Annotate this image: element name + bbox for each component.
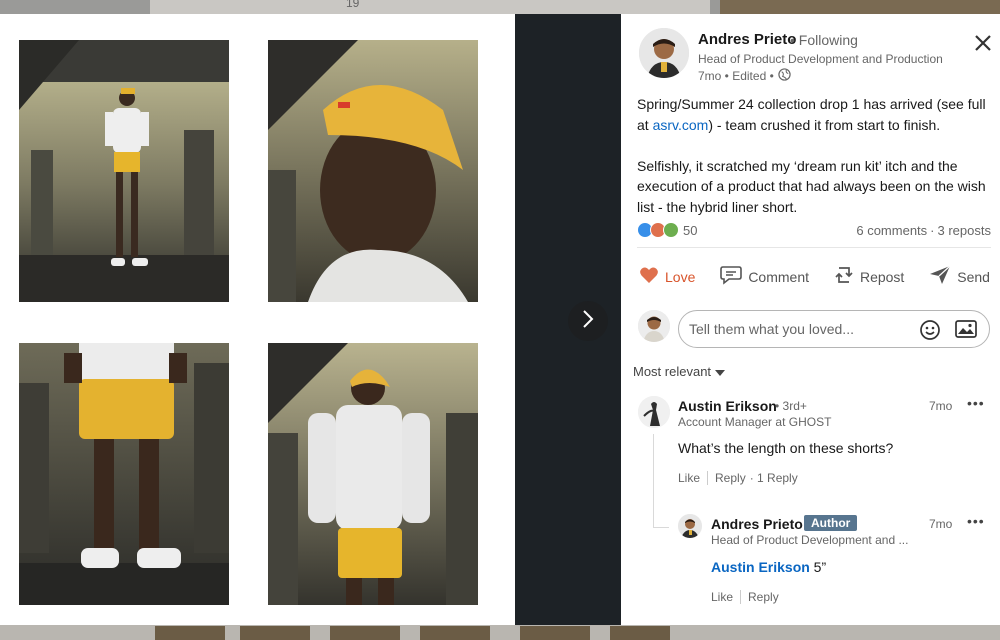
author-avatar[interactable] bbox=[639, 28, 689, 78]
reply-like-button[interactable]: Like bbox=[711, 590, 733, 604]
reply-author-headline: Head of Product Development and ... bbox=[711, 533, 909, 547]
comment-reply-button[interactable]: Reply bbox=[715, 471, 746, 485]
more-icon[interactable]: ••• bbox=[967, 395, 985, 411]
post-paragraph: Selfishly, it scratched my ‘dream run ki… bbox=[637, 157, 986, 215]
send-icon bbox=[929, 265, 951, 288]
reaction-count: 50 bbox=[683, 222, 698, 238]
collection-photo-portrait[interactable] bbox=[268, 40, 478, 302]
reply-reply-button[interactable]: Reply bbox=[748, 590, 779, 604]
send-button[interactable]: Send bbox=[927, 260, 992, 293]
image-icon[interactable] bbox=[955, 319, 977, 344]
post-link[interactable]: asrv.com bbox=[653, 117, 709, 133]
background-thumbnail bbox=[240, 626, 310, 640]
repost-label: Repost bbox=[859, 268, 905, 285]
close-button[interactable] bbox=[970, 32, 996, 58]
send-label: Send bbox=[957, 268, 990, 285]
heart-icon bbox=[639, 266, 659, 287]
reply-text: Austin Erikson 5” bbox=[711, 559, 826, 575]
reaction-summary[interactable]: 50 bbox=[637, 222, 697, 238]
divider bbox=[707, 471, 709, 485]
post-body: Spring/Summer 24 collection drop 1 has a… bbox=[637, 94, 997, 238]
background-thumbnail bbox=[420, 626, 490, 640]
sort-label: Most relevant bbox=[633, 364, 712, 379]
post-paragraph: Spring/Summer 24 collection drop 1 has a… bbox=[637, 94, 997, 135]
comment-sort-dropdown[interactable]: Most relevant bbox=[633, 364, 726, 379]
media-viewer bbox=[0, 14, 515, 625]
comment-timestamp: 7mo bbox=[929, 399, 953, 413]
reply-text-body: 5” bbox=[809, 559, 827, 575]
comment-label: Comment bbox=[748, 268, 809, 285]
background-thumbnail bbox=[155, 626, 225, 640]
post-meta: 7mo • Edited • bbox=[698, 68, 791, 84]
collection-photo-full-body[interactable] bbox=[19, 40, 229, 302]
engagement-stats: 6 comments · 3 reposts bbox=[856, 223, 991, 238]
comment-composer bbox=[678, 310, 990, 348]
post-text-segment: ) - team crushed it from start to finish… bbox=[708, 116, 941, 133]
reply-author-name[interactable]: Andres Prieto bbox=[711, 516, 803, 532]
next-image-button[interactable] bbox=[568, 301, 608, 341]
author-name[interactable]: Andres Prieto bbox=[698, 31, 796, 48]
background-reaction-count: 19 bbox=[346, 0, 360, 10]
more-icon[interactable]: ••• bbox=[967, 513, 985, 529]
background-thumbnail bbox=[610, 626, 670, 640]
collection-photo-shorts[interactable] bbox=[19, 343, 229, 605]
post-modal: Andres Prieto • Following Head of Produc… bbox=[0, 14, 1000, 625]
comment-input[interactable] bbox=[679, 311, 919, 347]
divider bbox=[637, 247, 991, 248]
reply-author-avatar[interactable] bbox=[678, 514, 702, 538]
reply-count[interactable]: · 1 Reply bbox=[750, 471, 798, 485]
comment-text: What’s the length on these shorts? bbox=[678, 440, 894, 456]
commenter-avatar[interactable] bbox=[638, 396, 670, 428]
reply-thread-line bbox=[653, 434, 654, 528]
background-thumbnail-strip bbox=[0, 625, 1000, 640]
follow-status: • Following bbox=[790, 32, 858, 48]
celebrate-reaction-icon bbox=[663, 222, 679, 238]
repost-icon bbox=[834, 264, 854, 289]
comment-icon bbox=[720, 265, 743, 288]
reply-timestamp: 7mo bbox=[929, 517, 953, 531]
commenter-name[interactable]: Austin Erikson bbox=[678, 398, 777, 414]
post-timestamp: 7mo • Edited • bbox=[698, 69, 774, 83]
comment-button[interactable]: Comment bbox=[718, 260, 811, 293]
emoji-icon[interactable] bbox=[919, 319, 941, 346]
author-headline: Head of Product Development and Producti… bbox=[698, 52, 943, 66]
collection-photo-upper-body[interactable] bbox=[268, 343, 478, 605]
background-thumbnail bbox=[330, 626, 400, 640]
comment-like-button[interactable]: Like bbox=[678, 471, 700, 485]
post-detail-panel: Andres Prieto • Following Head of Produc… bbox=[621, 14, 1000, 625]
mention-link[interactable]: Austin Erikson bbox=[711, 559, 810, 575]
love-button[interactable]: Love bbox=[637, 260, 697, 293]
reposts-count[interactable]: 3 reposts bbox=[938, 223, 991, 238]
background-feed-strip: 19 bbox=[150, 0, 710, 14]
commenter-headline: Account Manager at GHOST bbox=[678, 415, 832, 429]
post-action-bar: Love Comment Repost Send bbox=[637, 260, 992, 293]
caret-down-icon bbox=[715, 364, 726, 379]
comments-count[interactable]: 6 comments bbox=[856, 223, 927, 238]
chevron-right-icon bbox=[581, 309, 595, 334]
background-image-strip bbox=[720, 0, 1000, 14]
globe-icon bbox=[778, 68, 791, 84]
reply-thread-hook bbox=[653, 527, 669, 528]
reply-actions: Like Reply bbox=[711, 590, 779, 604]
divider bbox=[740, 590, 742, 604]
current-user-avatar[interactable] bbox=[638, 310, 670, 342]
connection-degree: • 3rd+ bbox=[775, 399, 807, 413]
repost-button[interactable]: Repost bbox=[832, 260, 906, 293]
close-icon bbox=[974, 34, 992, 57]
love-label: Love bbox=[665, 268, 696, 285]
comment-actions: Like Reply · 1 Reply bbox=[678, 471, 798, 485]
background-thumbnail bbox=[520, 626, 590, 640]
author-badge: Author bbox=[804, 515, 858, 531]
